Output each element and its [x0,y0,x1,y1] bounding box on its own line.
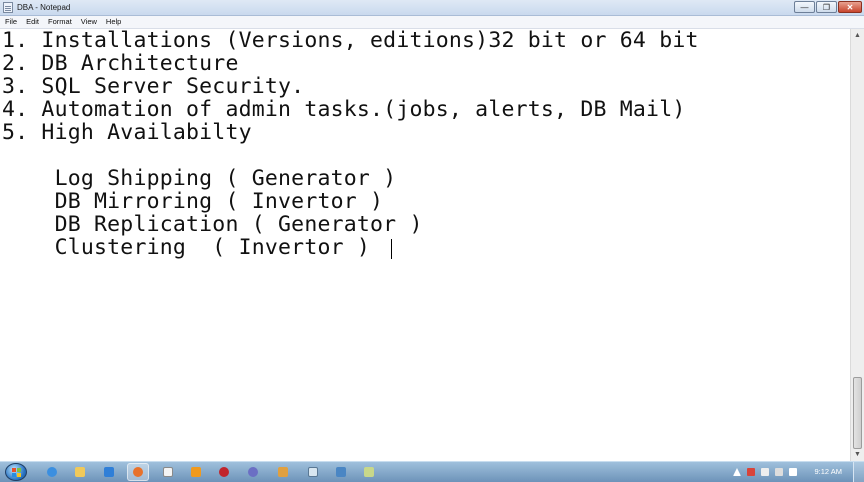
volume-icon[interactable] [775,468,783,476]
start-button[interactable] [5,463,27,481]
menu-edit[interactable]: Edit [21,16,43,28]
close-button[interactable]: ✕ [838,1,862,13]
notepad-icon[interactable] [3,2,13,13]
menu-file[interactable]: File [0,16,21,28]
notepad-taskbar-icon[interactable] [160,464,176,480]
editor-line: DB Mirroring ( Invertor ) [2,189,384,214]
power-icon[interactable] [789,468,797,476]
editor-line: DB Replication ( Generator ) [2,212,423,237]
menu-view[interactable]: View [76,16,101,28]
menu-format[interactable]: Format [43,16,76,28]
window-title: DBA - Notepad [17,3,71,12]
editor-line: 4. Automation of admin tasks.(jobs, aler… [2,97,686,122]
scroll-down-icon[interactable]: ▼ [852,449,863,460]
firefox-icon[interactable] [127,463,149,481]
settings-icon[interactable] [275,464,291,480]
scroll-up-icon[interactable]: ▲ [852,30,863,41]
ruby-icon[interactable] [216,464,232,480]
network-tray-icon[interactable] [761,468,769,476]
arrow-up-icon[interactable] [733,468,741,476]
editor-line: 5. High Availabilty [2,120,252,145]
title-bar[interactable]: DBA - Notepad — ❐ ✕ [0,0,864,16]
clock[interactable]: 9:12 AM [814,467,842,476]
menu-bar: File Edit Format View Help [0,16,864,29]
file-icon[interactable] [305,464,321,480]
editor-line: 2. DB Architecture [2,51,239,76]
app-icon[interactable] [361,464,377,480]
minimize-button[interactable]: — [794,1,815,13]
window-controls: — ❐ ✕ [793,1,862,14]
scrollbar-thumb[interactable] [853,377,862,449]
media-player-icon[interactable] [188,464,204,480]
text-caret [391,239,392,259]
folder-icon[interactable] [72,464,88,480]
editor-line: Clustering ( Invertor ) [2,235,371,260]
maximize-button[interactable]: ❐ [816,1,837,13]
flag-icon[interactable] [747,468,755,476]
windows-explorer-icon[interactable] [101,464,117,480]
taskbar: 9:12 AM [0,461,864,482]
vertical-scrollbar[interactable]: ▲ ▼ [850,29,864,461]
chrome-icon[interactable] [245,464,261,480]
ie-icon[interactable] [44,464,60,480]
editor-line: Log Shipping ( Generator ) [2,166,397,191]
network-icon[interactable] [333,464,349,480]
editor-line: 1. Installations (Versions, editions)32 … [2,29,699,53]
show-desktop-button[interactable] [853,462,864,482]
menu-help[interactable]: Help [101,16,125,28]
system-tray: 9:12 AM [729,462,864,482]
editor-line: 3. SQL Server Security. [2,74,305,99]
text-editor[interactable]: 1. Installations (Versions, editions)32 … [0,29,850,461]
